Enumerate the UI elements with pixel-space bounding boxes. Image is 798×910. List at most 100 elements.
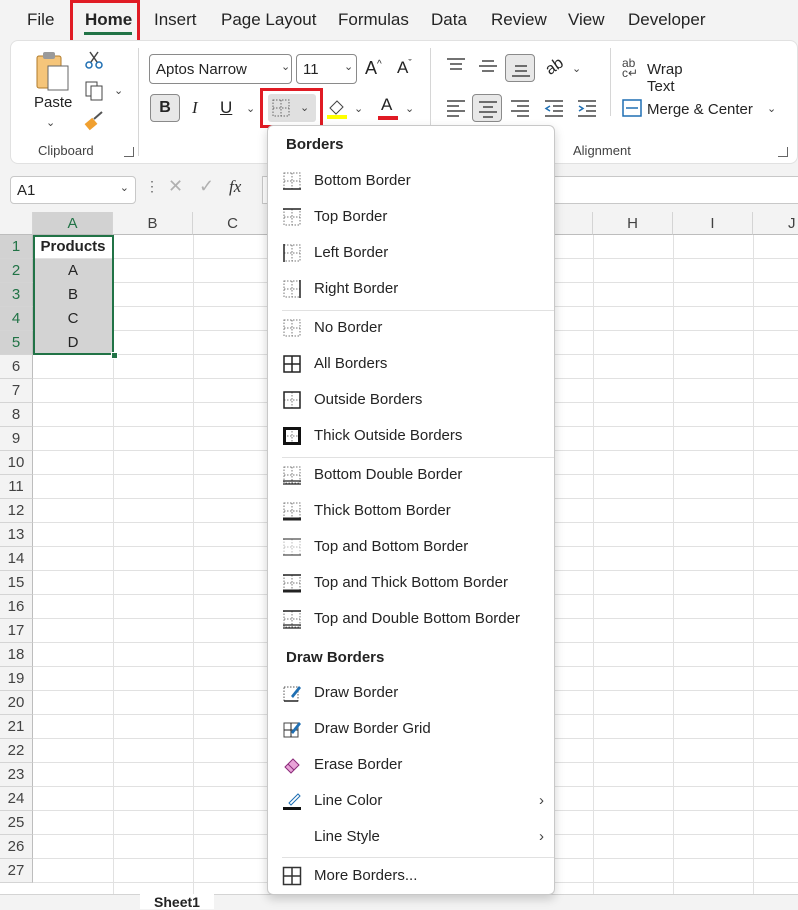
- row-header[interactable]: 4: [0, 307, 33, 331]
- name-box-chevron-icon[interactable]: ⌄: [120, 181, 129, 194]
- menu-item-left-border[interactable]: Left Border: [268, 236, 554, 270]
- paste-icon[interactable]: [34, 50, 74, 92]
- menu-item-top-thick-bottom-border[interactable]: Top and Thick Bottom Border: [268, 566, 554, 600]
- row-header[interactable]: 17: [0, 619, 33, 643]
- increase-indent-icon[interactable]: [576, 98, 598, 118]
- insert-function-icon[interactable]: fx: [229, 177, 241, 197]
- middle-align-icon[interactable]: [477, 56, 499, 76]
- row-header[interactable]: 26: [0, 835, 33, 859]
- menu-item-draw-border-grid[interactable]: Draw Border Grid: [268, 712, 554, 746]
- row-header[interactable]: 10: [0, 451, 33, 475]
- top-align-icon[interactable]: [445, 56, 467, 76]
- row-header[interactable]: 21: [0, 715, 33, 739]
- merge-center-chevron-icon[interactable]: ⌄: [767, 102, 776, 115]
- menu-item-thick-outside-borders[interactable]: Thick Outside Borders: [268, 419, 554, 453]
- menu-item-more-borders[interactable]: More Borders...: [268, 859, 554, 893]
- row-header[interactable]: 15: [0, 571, 33, 595]
- fill-handle[interactable]: [111, 352, 118, 359]
- row-header[interactable]: 18: [0, 643, 33, 667]
- menu-item-eraser[interactable]: Erase Border: [268, 748, 554, 782]
- menu-item-right-border[interactable]: Right Border: [268, 272, 554, 306]
- menu-item-bottom-double-border[interactable]: Bottom Double Border: [268, 458, 554, 492]
- row-header[interactable]: 22: [0, 739, 33, 763]
- column-header-h[interactable]: H: [593, 212, 673, 235]
- decrease-indent-icon[interactable]: [543, 98, 565, 118]
- increase-font-icon[interactable]: A^: [365, 58, 382, 79]
- column-header-j[interactable]: J: [753, 212, 798, 235]
- underline-chevron-icon[interactable]: ⌄: [246, 102, 255, 115]
- column-header-b[interactable]: B: [113, 212, 193, 235]
- fill-color-icon[interactable]: [325, 96, 349, 120]
- row-header[interactable]: 11: [0, 475, 33, 499]
- menu-item-top-double-bottom-border[interactable]: Top and Double Bottom Border: [268, 602, 554, 636]
- tab-data[interactable]: Data: [431, 10, 467, 30]
- column-header-a[interactable]: A: [33, 212, 113, 235]
- paste-label[interactable]: Paste: [34, 94, 72, 111]
- column-header-i[interactable]: I: [673, 212, 753, 235]
- row-header[interactable]: 27: [0, 859, 33, 883]
- copy-icon[interactable]: [84, 80, 106, 102]
- menu-item-line-color[interactable]: Line Color ›: [268, 784, 554, 818]
- format-painter-icon[interactable]: [84, 110, 106, 132]
- font-name-chevron-icon[interactable]: ⌄: [281, 60, 290, 73]
- row-header[interactable]: 16: [0, 595, 33, 619]
- font-color-icon[interactable]: A: [378, 95, 400, 121]
- cut-icon[interactable]: [84, 50, 104, 70]
- fill-color-chevron-icon[interactable]: ⌄: [354, 102, 363, 115]
- row-header[interactable]: 25: [0, 811, 33, 835]
- menu-item-outside-borders[interactable]: Outside Borders: [268, 383, 554, 417]
- alignment-dialog-launcher-icon[interactable]: [778, 147, 788, 157]
- row-header[interactable]: 2: [0, 259, 33, 283]
- menu-item-bottom-border[interactable]: Bottom Border: [268, 164, 554, 198]
- menu-item-all-borders[interactable]: All Borders: [268, 347, 554, 381]
- italic-button[interactable]: I: [192, 98, 198, 118]
- row-header[interactable]: 19: [0, 667, 33, 691]
- sheet-tab-sheet1[interactable]: Sheet1: [140, 894, 214, 909]
- name-box[interactable]: A1 ⌄: [10, 176, 136, 204]
- font-color-chevron-icon[interactable]: ⌄: [405, 102, 414, 115]
- menu-item-top-border[interactable]: Top Border: [268, 200, 554, 234]
- align-center-button[interactable]: [472, 94, 502, 122]
- font-size-chevron-icon[interactable]: ⌄: [344, 60, 353, 73]
- row-header[interactable]: 1: [0, 235, 33, 259]
- font-name-box[interactable]: Aptos Narrow: [149, 54, 292, 84]
- menu-item-line-style[interactable]: Line Style ›: [268, 820, 554, 854]
- row-header[interactable]: 14: [0, 547, 33, 571]
- copy-chevron-icon[interactable]: ⌄: [114, 84, 123, 97]
- tab-insert[interactable]: Insert: [154, 10, 197, 30]
- menu-item-draw-border[interactable]: Draw Border: [268, 676, 554, 710]
- cancel-entry-icon[interactable]: ✕: [168, 176, 183, 197]
- column-header-c[interactable]: C: [193, 212, 273, 235]
- bold-button[interactable]: B: [150, 94, 180, 122]
- tab-developer[interactable]: Developer: [628, 10, 706, 30]
- decrease-font-icon[interactable]: Aˇ: [397, 58, 412, 78]
- tab-formulas[interactable]: Formulas: [338, 10, 409, 30]
- confirm-entry-icon[interactable]: ✓: [199, 176, 214, 197]
- menu-item-no-border[interactable]: No Border: [268, 311, 554, 345]
- menu-item-top-bottom-border[interactable]: Top and Bottom Border: [268, 530, 554, 564]
- tab-file[interactable]: File: [27, 10, 54, 30]
- select-all-corner[interactable]: [0, 212, 33, 235]
- row-header[interactable]: 24: [0, 787, 33, 811]
- orientation-chevron-icon[interactable]: ⌄: [572, 62, 581, 75]
- row-header[interactable]: 5: [0, 331, 33, 355]
- row-header[interactable]: 23: [0, 763, 33, 787]
- clipboard-dialog-launcher-icon[interactable]: [124, 147, 134, 157]
- row-header[interactable]: 13: [0, 523, 33, 547]
- tab-review[interactable]: Review: [491, 10, 547, 30]
- row-header[interactable]: 12: [0, 499, 33, 523]
- row-header[interactable]: 8: [0, 403, 33, 427]
- paste-chevron-icon[interactable]: ⌄: [46, 116, 55, 129]
- row-header[interactable]: 6: [0, 355, 33, 379]
- tab-page-layout[interactable]: Page Layout: [221, 10, 316, 30]
- row-header[interactable]: 3: [0, 283, 33, 307]
- underline-button[interactable]: U: [220, 98, 232, 118]
- tab-view[interactable]: View: [568, 10, 605, 30]
- row-header[interactable]: 9: [0, 427, 33, 451]
- menu-item-thick-bottom-border[interactable]: Thick Bottom Border: [268, 494, 554, 528]
- row-header[interactable]: 20: [0, 691, 33, 715]
- align-left-icon[interactable]: [445, 98, 467, 118]
- bottom-align-button[interactable]: [505, 54, 535, 82]
- align-right-icon[interactable]: [509, 98, 531, 118]
- row-header[interactable]: 7: [0, 379, 33, 403]
